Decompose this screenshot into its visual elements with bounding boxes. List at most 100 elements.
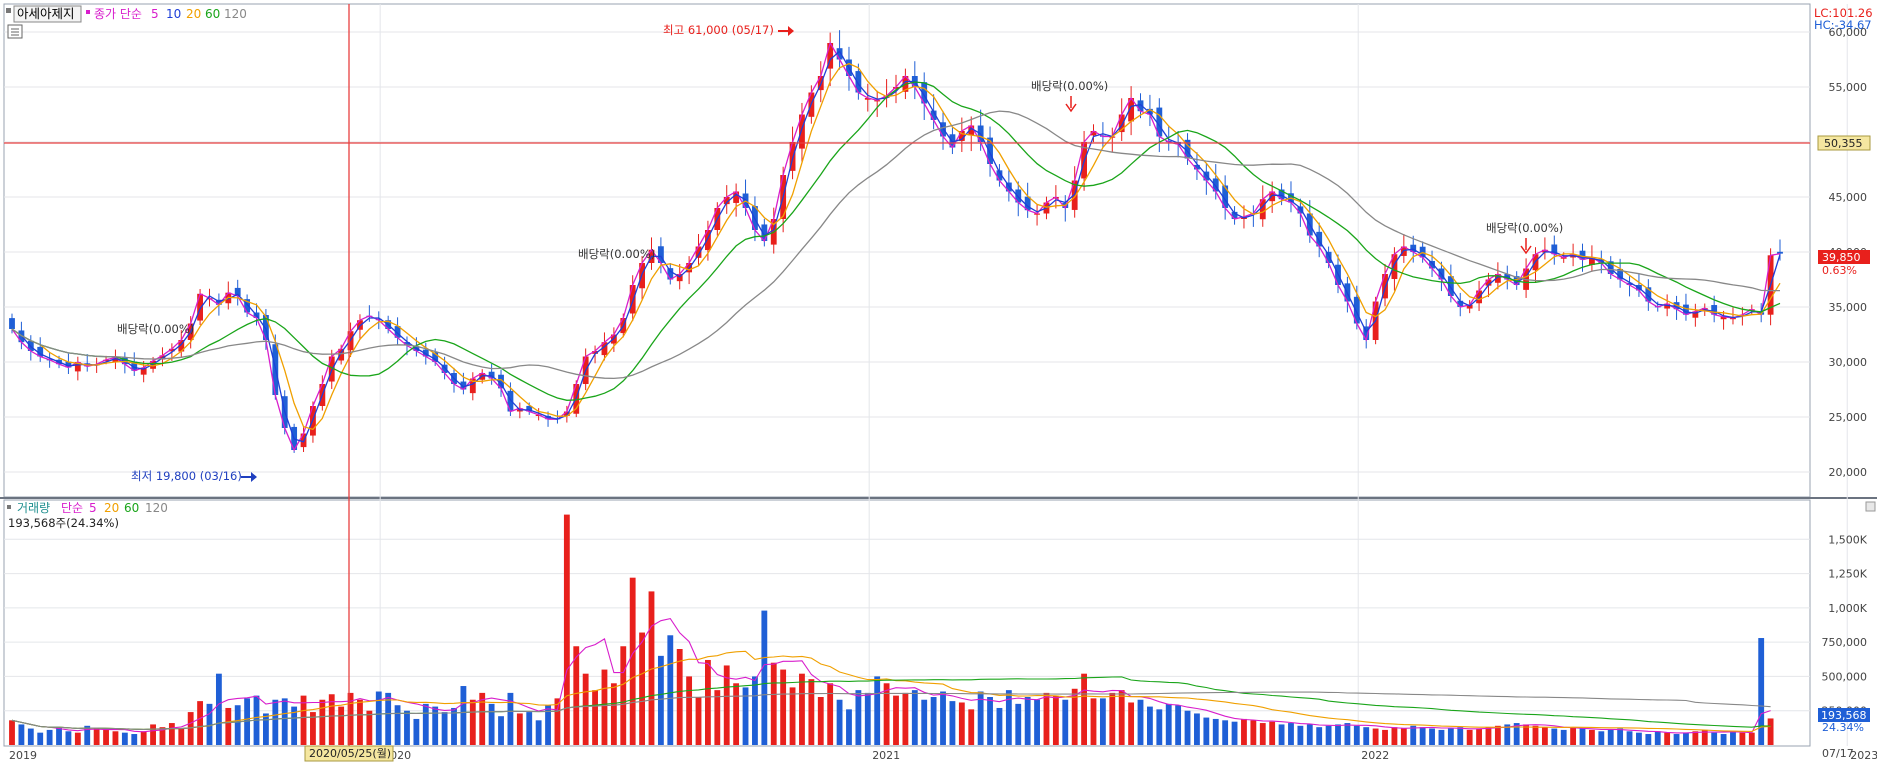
volume-bar: [1457, 727, 1464, 745]
dividend-label-2022: 배당락(0.00%): [1486, 221, 1563, 235]
ma-120-label: 120: [224, 7, 247, 21]
date-tick-label: 2019: [9, 749, 37, 762]
volume-bar: [1447, 728, 1454, 745]
volume-bar: [893, 695, 899, 745]
volume-bar: [629, 577, 636, 745]
volume-bar: [1363, 727, 1370, 745]
volume-bar: [131, 734, 138, 745]
volume-bar: [404, 710, 410, 745]
volume-bar: [1306, 724, 1313, 745]
price-tick-label: 55,000: [1829, 81, 1868, 94]
volume-bar: [1090, 698, 1097, 745]
date-axis: 2019 2020 2021 2022 2023: [9, 749, 1877, 762]
volume-bar: [1739, 732, 1746, 745]
volume-bar: [394, 705, 401, 745]
volume-bar: [1043, 692, 1050, 745]
volume-bar: [996, 707, 1003, 745]
dividend-label-2021: 배당락(0.00%): [1031, 79, 1108, 93]
volume-bar: [121, 732, 128, 745]
volume-bar: [940, 691, 946, 745]
last-price-badge: 39,850: [1818, 250, 1870, 264]
volume-bar: [65, 731, 72, 745]
grid: [4, 4, 1848, 746]
volume-tick-label: 1,250K: [1828, 568, 1867, 581]
volume-bar: [1429, 728, 1435, 745]
volume-tick-label: 750,000: [1822, 636, 1868, 649]
dividend-label-2020: 배당락(0.00%): [578, 247, 655, 261]
volume-bar: [1645, 734, 1652, 745]
volume-bar: [234, 705, 241, 745]
volume-bar: [225, 707, 232, 745]
volume-bar: [554, 698, 561, 745]
last-date-label: 07/17: [1822, 747, 1854, 760]
volume-bar: [799, 673, 805, 745]
crosshair-date-badge: 2020/05/25(월): [304, 745, 394, 762]
volume-bar: [864, 692, 871, 745]
volume-bar: [1118, 690, 1125, 745]
volume-legend: 거래량 단순 5 20 60 120 193,568주(24.34%): [7, 501, 168, 530]
vma-120-label: 120: [145, 501, 168, 515]
volume-bar: [1278, 724, 1285, 745]
volume-bar: [1617, 728, 1624, 745]
symbol-name[interactable]: 아세아제지: [17, 6, 75, 21]
current-volume-label: 193,568주(24.34%): [8, 516, 119, 530]
volume-bar: [1673, 734, 1680, 745]
volume-bar: [441, 712, 448, 745]
volume-bar: [1767, 718, 1774, 745]
volume-bar: [1024, 697, 1031, 745]
volume-bar: [451, 707, 457, 745]
volume-bar: [1222, 720, 1229, 745]
volume-bar: [178, 728, 185, 745]
volume-bar: [1466, 729, 1473, 745]
volume-bar: [1551, 728, 1558, 745]
volume-bar: [1335, 724, 1341, 745]
volume-bar: [780, 669, 787, 745]
volume-bar: [338, 706, 345, 745]
hc-value: HC:-34.67: [1814, 18, 1872, 32]
volume-bar: [319, 699, 326, 745]
volume-bar: [1034, 699, 1040, 745]
volume-bar: [1758, 638, 1765, 745]
volume-bar: [930, 697, 937, 745]
last-volume-pct: 24.34%: [1822, 721, 1864, 734]
volume-bar: [1391, 727, 1398, 745]
volume-bar: [770, 662, 777, 745]
low-arrow-icon: [241, 472, 257, 482]
volume-bar: [1128, 702, 1135, 745]
volume-bar: [1316, 727, 1323, 745]
vma-20-label: 20: [104, 501, 119, 515]
volume-bar: [262, 713, 269, 745]
volume-bar: [74, 732, 81, 745]
volume-bar: [639, 632, 646, 745]
volume-bar: [46, 729, 53, 745]
ma-120-line: [11, 110, 1780, 380]
volume-bar: [1579, 728, 1586, 745]
dividend-arrow-icon: [1520, 238, 1532, 255]
volume-axis: 1,500K1,250K1,000K750,000500,000250,000: [1822, 533, 1868, 717]
vma-5-label: 5: [89, 501, 97, 515]
volume-bar: [526, 712, 533, 745]
annotations: 최고 61,000 (05/17) 최저 19,800 (03/16) 배당락(…: [117, 23, 1563, 483]
volume-bar: [1250, 720, 1257, 745]
volume-bar: [385, 692, 392, 745]
volume-bar: [272, 699, 279, 745]
volume-bar: [422, 703, 429, 745]
price-tick-label: 35,000: [1829, 301, 1868, 314]
candles: [9, 30, 1783, 453]
volume-bar: [206, 703, 213, 745]
volume-bar: [921, 699, 928, 745]
volume-bar: [1325, 725, 1332, 745]
stock-chart[interactable]: 60,00055,00050,00045,00040,00035,00030,0…: [0, 0, 1877, 764]
volume-bar: [1626, 731, 1633, 745]
volume-ma-title: 단순: [61, 501, 83, 515]
ma-legend-title: 종가 단순: [94, 7, 142, 21]
volume-bar: [846, 709, 852, 745]
volume-bar: [498, 716, 504, 745]
volume-bar: [215, 673, 222, 745]
collapse-panel-icon[interactable]: [1865, 501, 1876, 512]
volume-bar: [949, 701, 956, 745]
volume-bar: [1410, 725, 1417, 745]
volume-bar: [1570, 727, 1577, 745]
volume-bar: [883, 683, 890, 745]
volume-bar: [1494, 725, 1501, 745]
